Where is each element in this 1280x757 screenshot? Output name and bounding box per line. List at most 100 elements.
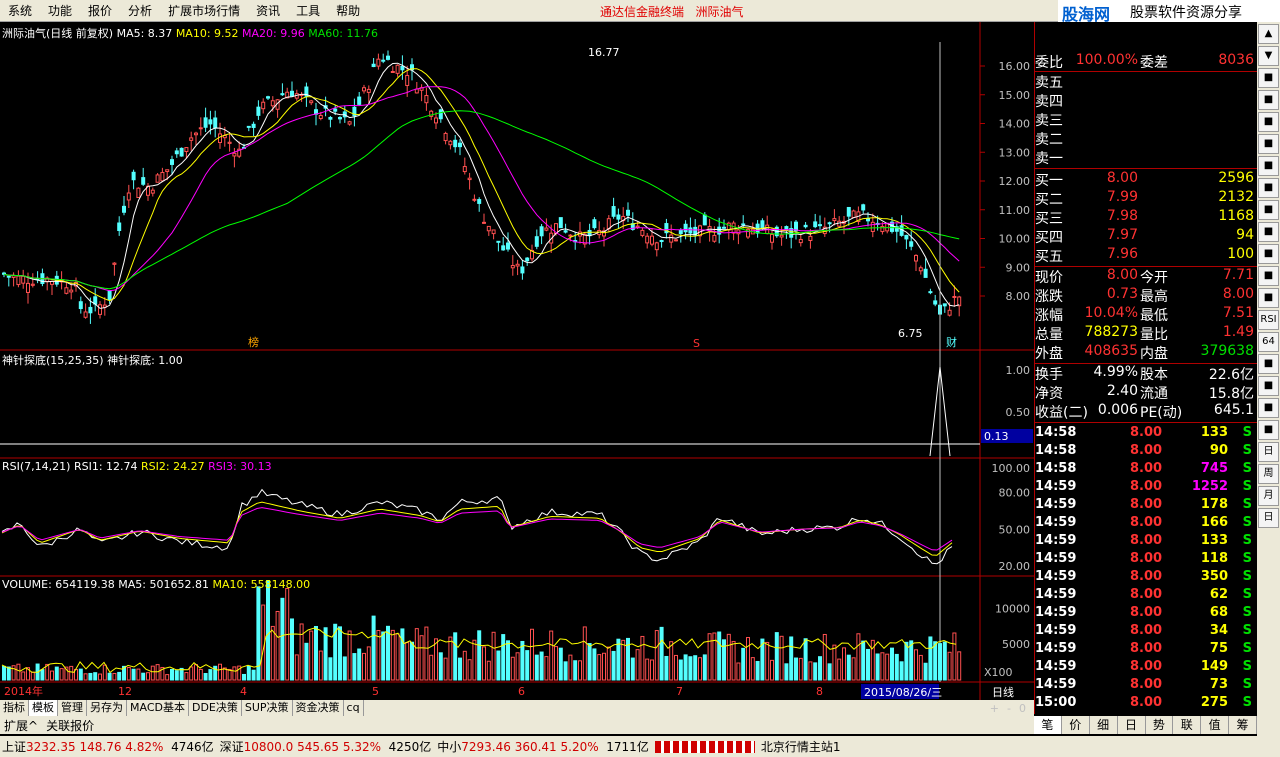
volume-bar xyxy=(611,650,616,681)
zoom-in-button[interactable]: + xyxy=(990,702,999,715)
volume-bar xyxy=(616,638,621,681)
stat-row-2[interactable]: 涨幅 10.04% 最低 7.51 xyxy=(1035,305,1258,324)
sell-row-3[interactable]: 卖三 xyxy=(1035,110,1258,129)
sidebar-tool-7[interactable]: ■ xyxy=(1258,178,1279,198)
tab-extend[interactable]: 扩展^ xyxy=(0,717,42,734)
menu-analysis[interactable]: 分析 xyxy=(120,2,160,19)
tab-macd[interactable]: MACD基本 xyxy=(127,700,189,716)
menu-extended-market[interactable]: 扩展市场行情 xyxy=(160,2,248,19)
sidebar-tool-1[interactable]: ▼ xyxy=(1258,46,1279,66)
buy-row-3[interactable]: 买三 7.98 1168 xyxy=(1035,208,1258,227)
sidebar-tool-21[interactable]: 月 xyxy=(1258,486,1279,506)
tab-capital[interactable]: 资金决策 xyxy=(293,700,344,716)
sidebar-tool-9[interactable]: ■ xyxy=(1258,222,1279,242)
menu-system[interactable]: 系统 xyxy=(0,2,40,19)
buy-row-4-label1: 买四 xyxy=(1035,230,1063,246)
sell-row-5[interactable]: 卖五 xyxy=(1035,72,1258,91)
sell-row-4[interactable]: 卖四 xyxy=(1035,91,1258,110)
fund-row-1[interactable]: 净资 2.40 流通 15.8亿 xyxy=(1035,383,1258,402)
sme-index[interactable]: 中小7293.46 360.41 5.20% 1711亿 xyxy=(437,738,649,755)
menu-help[interactable]: 帮助 xyxy=(328,2,368,19)
zoom-out-button[interactable]: - xyxy=(1007,702,1011,715)
tab-template[interactable]: 模板 xyxy=(29,700,58,716)
volume-bar xyxy=(376,629,381,681)
buy-row-4[interactable]: 买四 7.97 94 xyxy=(1035,227,1258,246)
sidebar-tool-22[interactable]: 日 xyxy=(1258,508,1279,528)
kline-chart-area[interactable]: 16.00 15.00 14.00 13.00 12.00 11.00 10.00 9.00 8… xyxy=(0,22,1034,714)
right-tab-7[interactable]: 筹 xyxy=(1229,716,1257,734)
menu-quote[interactable]: 报价 xyxy=(80,2,120,19)
right-tab-2[interactable]: 细 xyxy=(1090,716,1118,734)
sidebar-tool-8[interactable]: ■ xyxy=(1258,200,1279,220)
volume-bar xyxy=(534,654,539,681)
buy-row-1[interactable]: 买一 8.00 2596 xyxy=(1035,170,1258,189)
tab-related-quote[interactable]: 关联报价 xyxy=(42,717,98,734)
tab-cq[interactable]: cq xyxy=(344,700,364,716)
right-tab-1[interactable]: 价 xyxy=(1062,716,1090,734)
sidebar-tool-12[interactable]: ■ xyxy=(1258,288,1279,308)
candle-body xyxy=(160,171,165,182)
volume-bar xyxy=(328,657,333,681)
sell-row-1-label1: 卖一 xyxy=(1035,151,1063,167)
right-tab-5[interactable]: 联 xyxy=(1173,716,1202,734)
sme-change: 360.41 xyxy=(514,740,557,754)
sidebar-tool-15[interactable]: ■ xyxy=(1258,354,1279,374)
tick-price: 8.00 xyxy=(1130,605,1163,620)
buy-row-2[interactable]: 买二 7.99 2132 xyxy=(1035,189,1258,208)
sidebar-tool-20[interactable]: 周 xyxy=(1258,464,1279,484)
fund-row-0[interactable]: 换手 4.99% 股本 22.6亿 xyxy=(1035,364,1258,383)
volume-bar xyxy=(434,638,438,681)
candle-body xyxy=(266,96,270,99)
date-box-label: 2015/08/26/三 xyxy=(864,686,942,699)
sidebar-tool-19[interactable]: 日 xyxy=(1258,442,1279,462)
sidebar-tool-17[interactable]: ■ xyxy=(1258,398,1279,418)
stat-row-1[interactable]: 涨跌 0.73 最高 8.00 xyxy=(1035,286,1258,305)
sidebar-tool-18[interactable]: ■ xyxy=(1258,420,1279,440)
stat-row-3[interactable]: 总量 788273 量比 1.49 xyxy=(1035,324,1258,343)
tick-bs: S xyxy=(1242,533,1252,548)
sh-index[interactable]: 上证3232.35 148.76 4.82% 4746亿 xyxy=(2,738,214,755)
menu-tools[interactable]: 工具 xyxy=(288,2,328,19)
sidebar-tool-14[interactable]: 64 xyxy=(1258,332,1279,352)
zoom-reset-button[interactable]: 0 xyxy=(1019,702,1026,715)
candle-body xyxy=(702,214,707,226)
volume-bar xyxy=(544,656,549,681)
sidebar-tool-10[interactable]: ■ xyxy=(1258,244,1279,264)
stat-row-0[interactable]: 现价 8.00 今开 7.71 xyxy=(1035,267,1258,286)
sidebar-tool-11[interactable]: ■ xyxy=(1258,266,1279,286)
price-tick-label: 11.00 xyxy=(999,204,1031,217)
volume-bar xyxy=(894,653,899,681)
sell-row-1[interactable]: 卖一 xyxy=(1035,148,1258,167)
menu-news[interactable]: 资讯 xyxy=(248,2,288,19)
right-tab-0[interactable]: 笔 xyxy=(1034,716,1062,734)
tab-dde[interactable]: DDE决策 xyxy=(189,700,242,716)
sidebar-tool-6[interactable]: ■ xyxy=(1258,156,1279,176)
sidebar-tool-2[interactable]: ■ xyxy=(1258,68,1279,88)
volume-bar xyxy=(275,610,280,681)
sidebar-tool-5[interactable]: ■ xyxy=(1258,134,1279,154)
menu-function[interactable]: 功能 xyxy=(40,2,80,19)
sell-row-2[interactable]: 卖二 xyxy=(1035,129,1258,148)
wei-bi[interactable]: 委比 100.00% 委差 8036 xyxy=(1035,52,1258,71)
right-tab-6[interactable]: 值 xyxy=(1201,716,1230,734)
x-axis-label: 8 xyxy=(816,685,823,698)
tick-volume: 34 xyxy=(1209,623,1228,638)
sidebar-tool-16[interactable]: ■ xyxy=(1258,376,1279,396)
sidebar-tool-0[interactable]: ▲ xyxy=(1258,24,1279,44)
fund-row-2[interactable]: 收益(二) 0.006 PE(动) 645.1 xyxy=(1035,402,1258,421)
tab-indicator[interactable]: 指标 xyxy=(0,700,29,716)
sidebar-tool-3[interactable]: ■ xyxy=(1258,90,1279,110)
candle-body xyxy=(592,219,597,229)
tab-sup[interactable]: SUP决策 xyxy=(242,700,293,716)
tab-manage[interactable]: 管理 xyxy=(58,700,87,716)
tab-save-as[interactable]: 另存为 xyxy=(87,700,127,716)
right-tab-4[interactable]: 势 xyxy=(1146,716,1174,734)
stat-row-4[interactable]: 外盘 408635 内盘 379638 xyxy=(1035,343,1258,362)
sz-index[interactable]: 深证10800.0 545.65 5.32% 4250亿 xyxy=(220,738,432,755)
buy-row-5[interactable]: 买五 7.96 100 xyxy=(1035,246,1258,265)
right-tab-3[interactable]: 日 xyxy=(1118,716,1146,734)
stat-row-2-label1: 涨幅 xyxy=(1035,308,1063,324)
server-name[interactable]: 北京行情主站1 xyxy=(761,738,841,755)
sidebar-tool-13[interactable]: RSI xyxy=(1258,310,1279,330)
sidebar-tool-4[interactable]: ■ xyxy=(1258,112,1279,132)
